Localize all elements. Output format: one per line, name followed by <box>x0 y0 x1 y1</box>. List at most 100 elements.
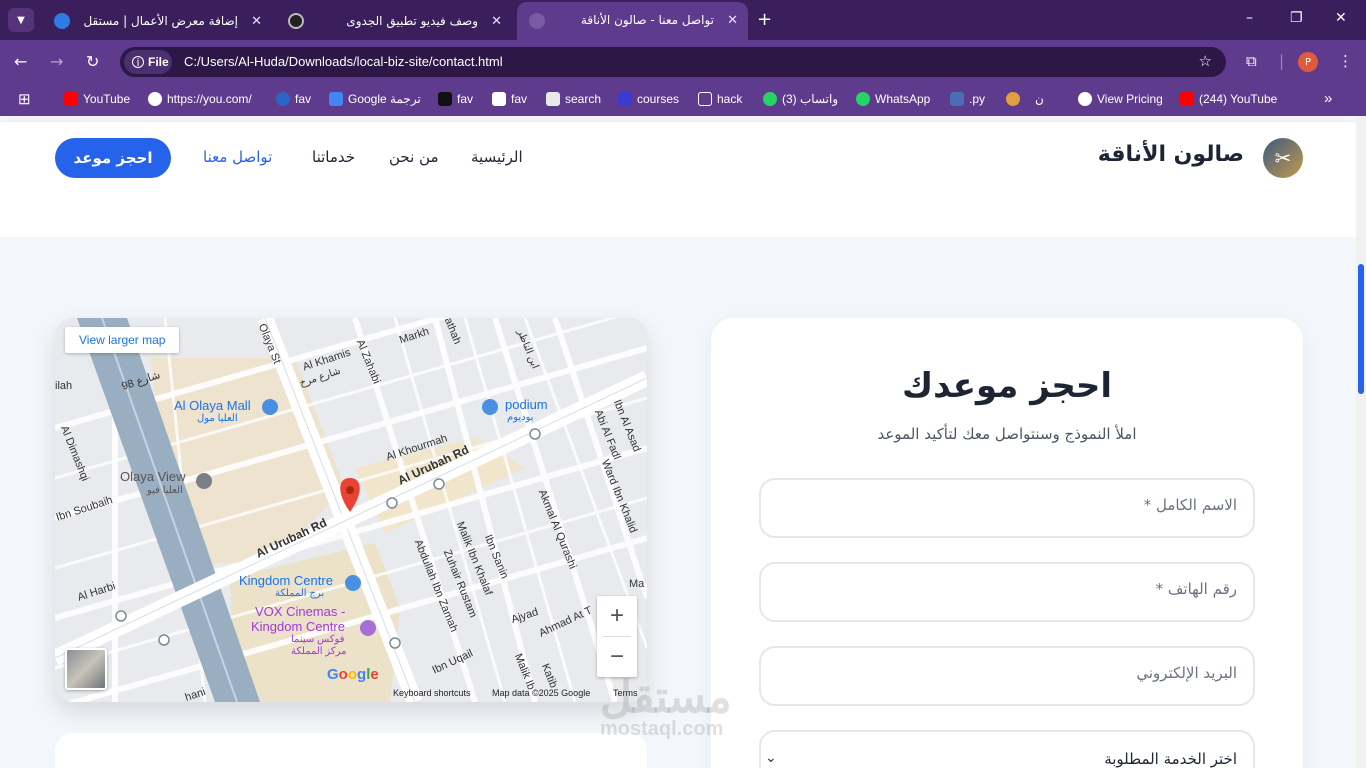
chatgpt-favicon-icon <box>288 13 304 29</box>
minimize-button[interactable]: – <box>1246 10 1253 26</box>
scissors-logo-icon[interactable]: ✂ <box>1263 138 1303 178</box>
bookmark-whatsapp-ar[interactable]: (3) واتساب <box>763 92 838 106</box>
bookmark-search[interactable]: search <box>546 92 601 106</box>
bookmark-fav-1[interactable]: fav <box>276 92 311 106</box>
nav-link-services[interactable]: خدماتنا <box>312 148 355 166</box>
separator: | <box>1279 52 1285 70</box>
nav-link-about[interactable]: من نحن <box>389 148 439 166</box>
map-label: Olaya View <box>120 469 186 484</box>
bookmark-courses[interactable]: courses <box>618 92 679 106</box>
bookmark-py[interactable]: .py <box>950 92 985 106</box>
reload-button[interactable]: ↻ <box>86 52 99 71</box>
bookmark-folder-hack[interactable]: hack <box>698 92 742 106</box>
bookmark-view-pricing[interactable]: View Pricing <box>1078 92 1163 106</box>
info-icon: i <box>132 56 144 69</box>
tab-search-button[interactable]: ▼ <box>8 8 34 32</box>
forward-button[interactable]: → <box>50 52 63 71</box>
back-button[interactable]: ← <box>14 52 27 71</box>
page-viewport: ✂ صالون الأناقة الرئيسية من نحن خدماتنا … <box>0 116 1366 768</box>
place-pin-icon <box>196 473 212 489</box>
bookmark-icon <box>1006 92 1020 106</box>
map-label: بوديوم <box>507 412 534 423</box>
map-label: Kingdom Centre <box>251 619 345 634</box>
google-logo: Google <box>327 666 379 683</box>
zoom-out-button[interactable]: − <box>597 637 637 677</box>
bookmark-fav-3[interactable]: fav <box>492 92 527 106</box>
whatsapp-icon <box>763 92 777 106</box>
more-bookmarks-button[interactable]: » <box>1324 90 1332 107</box>
new-tab-button[interactable]: + <box>757 9 772 30</box>
nav-link-contact[interactable]: تواصل معنا <box>203 148 272 166</box>
shopping-pin-icon <box>345 575 361 591</box>
bookmark-youtube-244[interactable]: (244) YouTube <box>1180 92 1277 106</box>
bookmarks-bar: ⊞ YouTube https://you.com/ fav Google تر… <box>0 84 1366 116</box>
page-scrollbar[interactable] <box>1356 116 1366 768</box>
shopping-pin-icon <box>262 399 278 415</box>
view-larger-map-link[interactable]: View larger map <box>65 327 180 353</box>
full-name-placeholder: الاسم الكامل * <box>1143 496 1237 514</box>
site-header: ✂ صالون الأناقة الرئيسية من نحن خدماتنا … <box>0 122 1356 192</box>
map-embed[interactable]: Olaya St Al Khamis شارع مرخ Al Zahabi Ma… <box>55 318 647 702</box>
watermark-arabic: مستقل <box>600 673 732 722</box>
extensions-icon[interactable]: ⧉ <box>1246 52 1257 70</box>
apps-grid-icon[interactable]: ⊞ <box>18 90 31 108</box>
satellite-toggle-button[interactable] <box>65 648 107 690</box>
youtube-icon <box>1180 92 1194 106</box>
globe-favicon-icon <box>529 13 545 29</box>
bookmark-translate[interactable]: Google ترجمة <box>329 92 421 106</box>
bookmark-star-icon[interactable]: ☆ <box>1199 52 1212 70</box>
tab-mostaql[interactable]: إضافة معرض الأعمال | مستقل ✕ <box>42 6 272 36</box>
map-label: Kingdom Centre <box>239 573 333 588</box>
scrollbar-thumb[interactable] <box>1358 264 1364 394</box>
youtube-icon <box>64 92 78 106</box>
site-logo-text[interactable]: صالون الأناقة <box>1098 142 1244 167</box>
info-card <box>55 733 647 768</box>
file-chip-label: File <box>148 55 169 69</box>
map-label: ilah <box>55 380 73 392</box>
form-subtitle: املأ النموذج وسنتواصل معك لتأكيد الموعد <box>877 425 1137 443</box>
close-icon[interactable]: ✕ <box>251 14 262 29</box>
restore-button[interactable]: ❐ <box>1290 10 1303 26</box>
nav-link-home[interactable]: الرئيسية <box>471 148 523 166</box>
zoom-in-button[interactable]: + <box>597 596 637 636</box>
map-label: برج المملكة <box>275 588 325 599</box>
bookmark-whatsapp[interactable]: WhatsApp <box>856 92 930 106</box>
map-label: Al Olaya Mall <box>174 398 251 413</box>
map-label: العليا مول <box>197 413 238 424</box>
bookmark-icon <box>438 92 452 106</box>
bookmark-icon <box>492 92 506 106</box>
tab-title: وصف فيديو تطبيق الجدوى <box>346 14 478 28</box>
close-icon[interactable]: ✕ <box>727 13 738 28</box>
email-input[interactable]: البريد الإلكتروني <box>759 646 1255 706</box>
tab-contact-active[interactable]: تواصل معنا - صالون الأناقة ✕ <box>517 2 748 40</box>
mostaql-watermark: مستقل mostaql.com <box>600 673 732 741</box>
close-window-button[interactable]: ✕ <box>1335 10 1347 26</box>
url-text[interactable]: C:/Users/Al-Huda/Downloads/local-biz-sit… <box>184 54 503 69</box>
menu-kebab-icon[interactable]: ⋮ <box>1338 52 1353 70</box>
folder-icon <box>698 92 712 106</box>
bookmark-youtube[interactable]: YouTube <box>64 92 130 106</box>
phone-input[interactable]: رقم الهاتف * <box>759 562 1255 622</box>
service-select[interactable]: اختر الخدمة المطلوبة ⌄ <box>759 730 1255 768</box>
bookmark-noon[interactable]: ن <box>1006 92 1044 106</box>
profile-avatar[interactable]: P <box>1298 52 1318 72</box>
close-icon[interactable]: ✕ <box>491 14 502 29</box>
form-title: احجز موعدك <box>901 366 1113 406</box>
full-name-input[interactable]: الاسم الكامل * <box>759 478 1255 538</box>
site-info-chip[interactable]: i File <box>124 50 172 74</box>
keyboard-shortcuts-link[interactable]: Keyboard shortcuts <box>393 688 471 698</box>
browser-toolbar: ← → ↻ i File C:/Users/Al-Huda/Downloads/… <box>0 40 1366 84</box>
book-appointment-button[interactable]: احجز موعد <box>55 138 171 178</box>
watermark-url: mostaql.com <box>600 718 724 740</box>
bookmark-fav-2[interactable]: fav <box>438 92 473 106</box>
globe-icon <box>1078 92 1092 106</box>
map-label: podium <box>505 397 548 412</box>
bookmark-you[interactable]: https://you.com/ <box>148 92 252 106</box>
cinema-pin-icon <box>360 620 376 636</box>
address-bar[interactable]: i File C:/Users/Al-Huda/Downloads/local-… <box>120 47 1226 77</box>
map-label: فوكس سينما <box>291 634 345 645</box>
mostaql-favicon-icon <box>54 13 70 29</box>
python-icon <box>950 92 964 106</box>
tab-feasibility-video[interactable]: وصف فيديو تطبيق الجدوى ✕ <box>276 6 512 36</box>
shopping-pin-icon <box>482 399 498 415</box>
